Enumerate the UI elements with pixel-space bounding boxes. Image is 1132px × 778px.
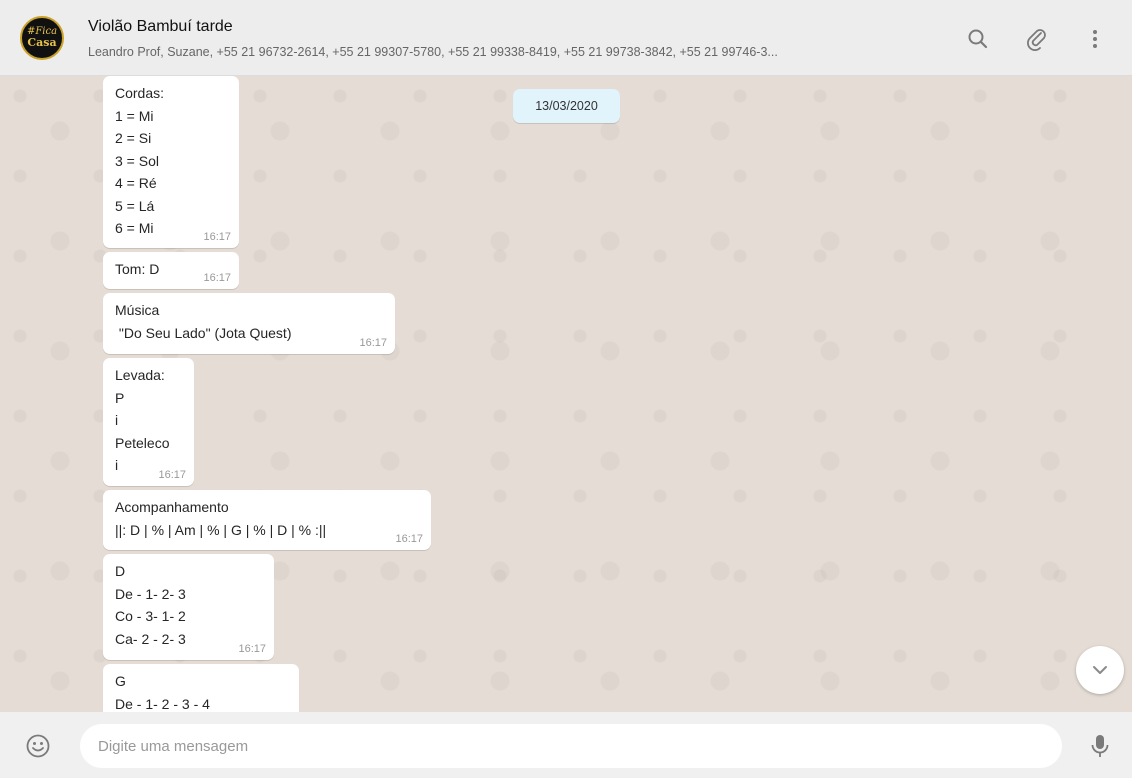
chat-members[interactable]: Leandro Prof, Suzane, +55 21 96732-2614,… [88,45,928,59]
emoji-icon[interactable] [25,733,51,759]
composer-bar [0,712,1132,778]
message-line: De - 1- 2 - 3 - 4 [115,695,210,712]
message-line: 2 = Si [115,130,152,146]
message-line: 1 = Mi [115,107,154,124]
message-time: 16:17 [158,469,186,481]
message-line: Cordas: [115,85,165,101]
microphone-icon[interactable] [1088,732,1112,760]
chevron-down-icon [1093,666,1107,674]
avatar-text-line2: Casa [27,36,57,49]
message-bubble-cordas[interactable]: Cordas: 1 = Mi 2 = Si 3 = Sol 4 = Ré 5 =… [103,76,239,248]
more-vertical-icon[interactable] [1082,26,1108,52]
message-line: i [115,412,119,428]
message-line: Levada: [115,367,165,383]
message-line: Música [115,302,160,318]
message-line: 5 = Lá [115,197,155,214]
message-bubble-chord-d[interactable]: D De - 1- 2- 3 Co - 3- 1- 2 Ca- 2 - 2- 3… [103,554,274,660]
message-line: Acompanhamento [115,499,229,515]
chat-header: #Fica Casa Violão Bambuí tarde Leandro P… [0,0,1132,76]
message-line: Co - 3- 1- 2 [115,608,186,624]
message-line: D [115,563,126,579]
message-time: 16:17 [238,643,266,655]
message-time: 16:17 [359,337,387,349]
message-line: P [115,389,125,406]
message-line: Peteleco [115,434,170,451]
message-line: 3 = Sol [115,152,159,169]
message-time: 16:17 [395,533,423,545]
message-line: "Do Seu Lado" (Jota Quest) [115,324,292,341]
group-avatar[interactable]: #Fica Casa [20,16,64,60]
message-time: 16:17 [203,272,231,284]
scroll-down-button[interactable] [1076,646,1124,694]
message-bubble-acompanhamento[interactable]: Acompanhamento ||: D | % | Am | % | G | … [103,490,431,550]
message-bubble-musica[interactable]: Música "Do Seu Lado" (Jota Quest) 16:17 [103,293,395,354]
paperclip-icon[interactable] [1024,26,1050,52]
chat-title[interactable]: Violão Bambuí tarde [88,18,233,36]
message-bubble-levada[interactable]: Levada: P i Peteleco i 16:17 [103,358,194,486]
message-line: G [115,673,126,689]
date-separator: 13/03/2020 [513,89,620,123]
message-line: ||: D | % | Am | % | G | % | D | % :|| [115,521,327,538]
message-time: 16:17 [203,231,231,243]
message-bubble-chord-g[interactable]: G De - 1- 2 - 3 - 4 [103,664,299,712]
search-icon[interactable] [965,26,991,52]
message-input[interactable] [80,724,1062,768]
message-line: 4 = Ré [115,175,157,191]
message-area[interactable]: 13/03/2020 Cordas: 1 = Mi 2 = Si 3 = Sol… [0,76,1132,712]
message-line: De - 1- 2- 3 [115,585,186,602]
message-bubble-tom[interactable]: Tom: D 16:17 [103,252,239,289]
